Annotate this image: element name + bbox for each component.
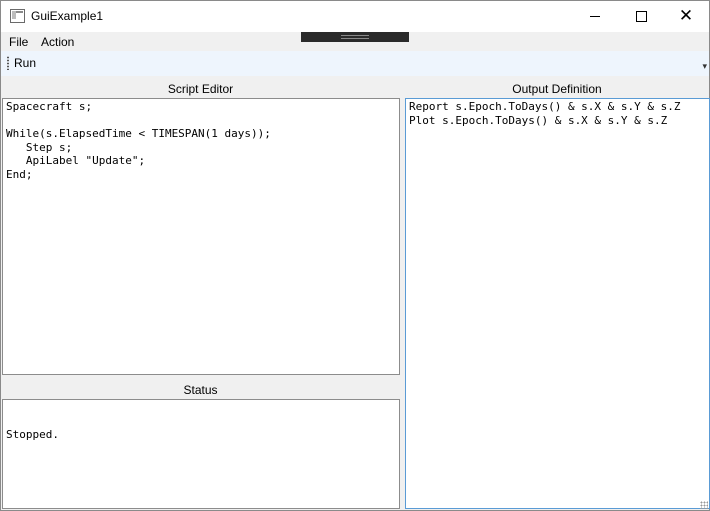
status-text: Stopped. <box>6 428 59 442</box>
script-editor-header: Script Editor <box>167 82 234 96</box>
close-button[interactable]: ✕ <box>663 1 709 32</box>
minimize-button[interactable] <box>572 1 618 32</box>
script-editor-textarea[interactable]: Spacecraft s; While(s.ElapsedTime < TIMES… <box>2 98 400 375</box>
output-line: Plot s.Epoch.ToDays() & s.X & s.Y & s.Z <box>409 113 668 127</box>
run-button[interactable]: Run <box>14 56 36 70</box>
status-textarea[interactable]: Stopped. <box>2 399 400 509</box>
minimize-icon <box>590 16 600 17</box>
script-line: Spacecraft s; <box>6 100 93 113</box>
maximize-icon <box>635 11 647 22</box>
menu-file[interactable]: File <box>9 35 28 49</box>
script-line <box>6 114 396 128</box>
script-line: Step s; <box>6 140 73 154</box>
script-line: ApiLabel "Update"; <box>6 154 146 168</box>
resize-grip-icon[interactable] <box>700 501 708 509</box>
window-title: GuiExample1 <box>31 9 104 23</box>
app-window: GuiExample1 ✕ File Action Run ▾ Script E… <box>0 0 710 511</box>
maximize-button[interactable] <box>618 1 664 32</box>
app-icon <box>10 9 25 23</box>
close-icon: ✕ <box>678 6 694 26</box>
output-line: Report s.Epoch.ToDays() & s.X & s.Y & s.… <box>409 100 681 113</box>
script-line: While(s.ElapsedTime < TIMESPAN(1 days)); <box>6 127 271 141</box>
title-bar[interactable]: GuiExample1 ✕ <box>1 1 709 32</box>
toolbar: Run ▾ <box>1 51 709 76</box>
status-header: Status <box>183 383 218 397</box>
output-definition-header: Output Definition <box>512 82 602 96</box>
toolbar-grip-icon[interactable] <box>7 56 9 70</box>
output-definition-textarea[interactable]: Report s.Epoch.ToDays() & s.X & s.Y & s.… <box>405 98 710 509</box>
script-line: End; <box>6 167 33 181</box>
drag-handle[interactable] <box>301 32 409 42</box>
menu-action[interactable]: Action <box>41 35 74 49</box>
toolbar-overflow-icon[interactable]: ▾ <box>702 62 707 71</box>
